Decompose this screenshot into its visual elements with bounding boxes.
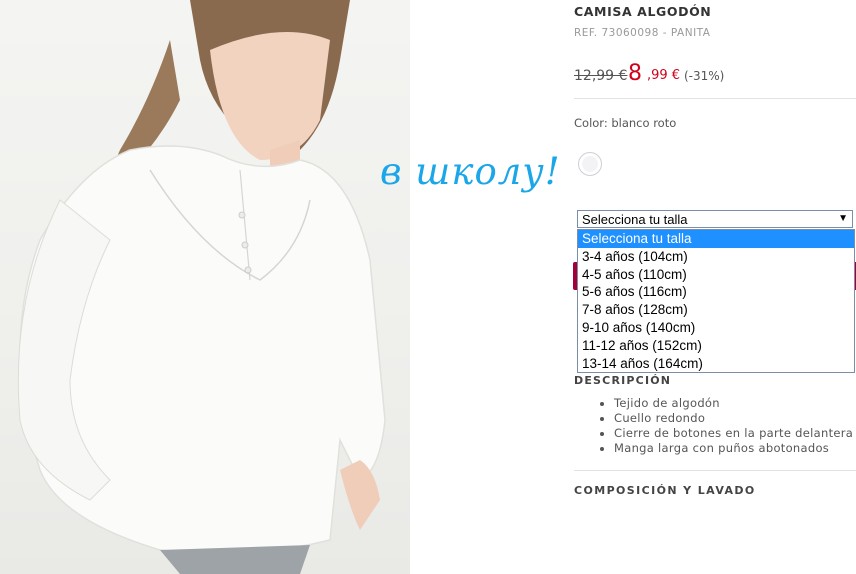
product-ref: REF. 73060098 - PANITA <box>574 27 711 39</box>
new-price-decimal: ,99 € <box>647 68 681 83</box>
size-option[interactable]: 11-12 años (152cm) <box>578 337 854 355</box>
list-item: Cuello redondo <box>614 411 856 426</box>
size-select-value: Selecciona tu talla <box>582 212 688 227</box>
divider <box>574 98 856 99</box>
description-list: Tejido de algodón Cuello redondo Cierre … <box>574 396 856 456</box>
description-heading[interactable]: DESCRIPCIÓN <box>574 374 671 387</box>
discount-percent: (-31%) <box>684 69 725 83</box>
list-item: Tejido de algodón <box>614 396 856 411</box>
new-price-integer: 8 <box>628 61 642 86</box>
product-title: CAMISA ALGODÓN <box>574 4 712 19</box>
size-option[interactable]: Selecciona tu talla <box>578 230 854 248</box>
size-option[interactable]: 3-4 años (104cm) <box>578 248 854 266</box>
old-price: 12,99 € <box>574 68 628 84</box>
size-dropdown-list[interactable]: Selecciona tu talla 3-4 años (104cm) 4-5… <box>577 229 855 374</box>
composition-heading[interactable]: COMPOSICIÓN Y LAVADO <box>574 484 756 497</box>
size-option[interactable]: 5-6 años (116cm) <box>578 283 854 301</box>
size-select[interactable]: Selecciona tu talla ▼ <box>577 210 853 228</box>
size-option[interactable]: 4-5 años (110cm) <box>578 266 854 284</box>
list-item: Cierre de botones en la parte delantera <box>614 426 856 441</box>
divider <box>574 470 856 471</box>
overlay-handwritten-text: в школу! <box>380 150 561 193</box>
list-item: Manga larga con puños abotonados <box>614 441 856 456</box>
dropdown-arrow-icon: ▼ <box>838 213 848 224</box>
color-label: Color: blanco roto <box>574 116 677 130</box>
color-swatch-blanco-roto[interactable] <box>578 152 602 176</box>
size-option[interactable]: 13-14 años (164cm) <box>578 355 854 373</box>
size-option[interactable]: 9-10 años (140cm) <box>578 319 854 337</box>
size-option[interactable]: 7-8 años (128cm) <box>578 301 854 319</box>
product-photo[interactable] <box>0 0 410 574</box>
